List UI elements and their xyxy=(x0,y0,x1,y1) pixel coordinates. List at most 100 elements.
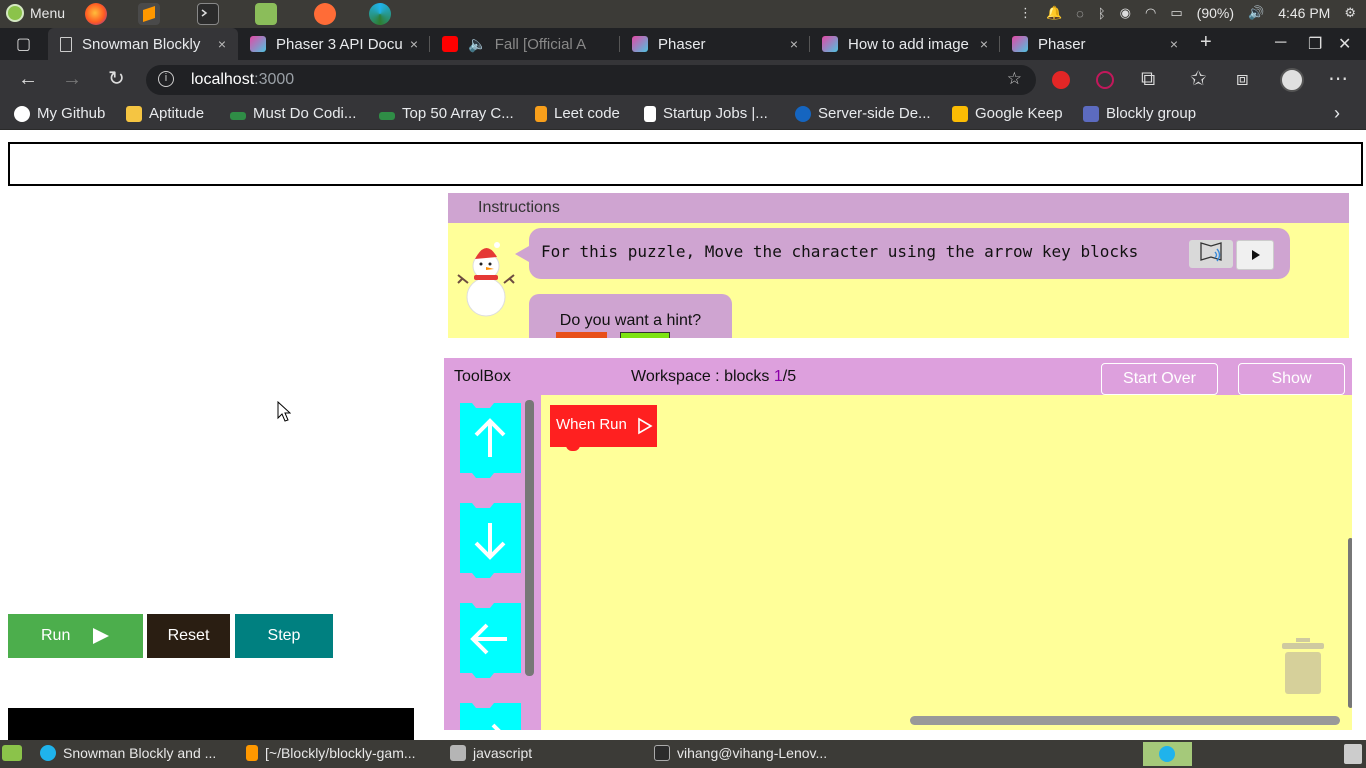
notification-bell-icon[interactable]: 🔔 xyxy=(1046,5,1062,21)
favorites-icon[interactable]: ✩ xyxy=(1190,69,1207,89)
tab-close-icon[interactable]: × xyxy=(786,36,802,52)
hint-no-button[interactable] xyxy=(620,332,670,338)
tab-snowman-blockly[interactable]: Snowman Blockly × xyxy=(48,28,238,60)
extension-play-icon[interactable] xyxy=(1096,71,1114,89)
hint-box: Do you want a hint? xyxy=(529,294,732,338)
edge-icon xyxy=(40,745,56,761)
move-up-block[interactable] xyxy=(460,403,521,479)
restore-icon[interactable]: ❐ xyxy=(1308,34,1322,54)
window-close-icon[interactable]: ✕ xyxy=(1338,34,1351,54)
tab-actions-icon[interactable]: ▢ xyxy=(16,34,31,54)
taskbar-item-sublime[interactable]: [~/Blockly/blockly-gam... xyxy=(246,745,416,761)
wifi-icon[interactable]: ◠ xyxy=(1145,5,1156,21)
show-desktop-icon[interactable] xyxy=(2,745,22,761)
edge-dev-icon[interactable] xyxy=(369,3,391,25)
taskbar-item-snowman-blockly[interactable]: Snowman Blockly and ... xyxy=(40,745,216,761)
tab-phaser-1[interactable]: Phaser × xyxy=(620,28,810,60)
terminal-icon[interactable] xyxy=(197,3,219,25)
url-text[interactable]: localhost:3000 xyxy=(191,71,294,89)
file-manager-icon[interactable] xyxy=(255,3,277,25)
workspace-count: 1 xyxy=(773,368,783,385)
move-left-block[interactable] xyxy=(460,603,521,679)
workspace-switcher[interactable] xyxy=(1143,742,1192,766)
bookmark-server-side[interactable]: Server-side De... xyxy=(795,105,931,122)
bookmark-blockly-group[interactable]: Blockly group xyxy=(1083,105,1196,122)
trash-bin-icon[interactable] xyxy=(1344,744,1362,764)
os-taskbar: Snowman Blockly and ... [~/Blockly/block… xyxy=(0,740,1366,768)
taskbar-label: [~/Blockly/blockly-gam... xyxy=(265,745,416,761)
tab-title: Phaser xyxy=(658,35,706,53)
tab-close-icon[interactable]: × xyxy=(1166,36,1182,52)
minimize-icon[interactable]: ─ xyxy=(1275,34,1286,52)
bookmarks-bar: My Github Aptitude Must Do Codi... Top 5… xyxy=(0,100,1366,130)
tab-close-icon[interactable]: × xyxy=(976,36,992,52)
bookmark-my-github[interactable]: My Github xyxy=(14,105,105,122)
forward-arrow-icon[interactable]: → xyxy=(62,69,82,89)
taskbar-item-javascript[interactable]: javascript xyxy=(450,745,532,761)
sublime-text-icon[interactable] xyxy=(138,3,160,25)
site-info-icon[interactable]: i xyxy=(158,71,174,87)
workspace-horizontal-scrollbar[interactable] xyxy=(910,716,1340,725)
profile-avatar[interactable] xyxy=(1280,68,1304,92)
read-aloud-button[interactable] xyxy=(1189,240,1233,268)
tab-phaser-2[interactable]: Phaser × xyxy=(1000,28,1190,60)
os-menu-button[interactable]: Menu xyxy=(6,4,65,22)
postman-icon[interactable] xyxy=(314,3,336,25)
step-button[interactable]: Step xyxy=(235,614,333,658)
bluetooth-icon[interactable]: ᛒ xyxy=(1098,6,1106,21)
collections-icon[interactable]: ⧈ xyxy=(1236,69,1249,89)
trash-can-icon[interactable] xyxy=(1282,638,1324,694)
lightbulb-icon[interactable]: ◌ xyxy=(1076,6,1084,21)
tab-close-icon[interactable]: × xyxy=(406,36,422,52)
address-bar[interactable]: i localhost:3000 ☆ xyxy=(146,65,1036,95)
reload-icon[interactable]: ↻ xyxy=(108,69,125,89)
bookmark-leet-code[interactable]: Leet code xyxy=(535,105,620,122)
toolbox-scrollbar[interactable] xyxy=(525,400,534,676)
bookmark-label: Leet code xyxy=(554,105,620,122)
show-button[interactable]: Show xyxy=(1238,363,1345,395)
volume-icon[interactable]: 🔊 xyxy=(1248,5,1264,21)
tab-how-to-add-image[interactable]: How to add image × xyxy=(810,28,1000,60)
top-empty-box xyxy=(8,142,1363,186)
phaser-favicon-icon xyxy=(250,36,266,52)
move-down-block[interactable] xyxy=(460,503,521,579)
battery-icon[interactable]: ▭ xyxy=(1170,5,1182,21)
bookmark-startup-jobs[interactable]: Startup Jobs |... xyxy=(644,105,768,122)
hint-yes-button[interactable] xyxy=(556,332,607,338)
tab-phaser-api-docs[interactable]: Phaser 3 API Docu × xyxy=(238,28,430,60)
firefox-icon[interactable] xyxy=(85,3,107,25)
taskbar-item-terminal[interactable]: vihang@vihang-Lenov... xyxy=(654,745,827,761)
extension-red-hand-icon[interactable] xyxy=(1052,71,1070,89)
tab-audio-icon[interactable]: 🔈 xyxy=(468,35,487,53)
clock[interactable]: 4:46 PM xyxy=(1278,5,1330,21)
workspace-prefix: Workspace : blocks xyxy=(631,368,774,385)
bookmark-must-do-coding[interactable]: Must Do Codi... xyxy=(230,105,356,122)
tab-close-icon[interactable]: × xyxy=(214,36,230,52)
bookmark-top-50-array[interactable]: Top 50 Array C... xyxy=(379,105,514,122)
start-over-button[interactable]: Start Over xyxy=(1101,363,1218,395)
when-run-block[interactable]: When Run xyxy=(550,405,657,451)
bookmark-google-keep[interactable]: Google Keep xyxy=(952,105,1063,122)
bookmarks-overflow-chevron-icon[interactable]: › xyxy=(1334,103,1340,124)
add-favorite-star-icon[interactable]: ☆ xyxy=(1007,69,1022,89)
bookmark-label: Aptitude xyxy=(149,105,205,122)
when-run-label: When Run xyxy=(556,416,627,433)
run-button[interactable]: Run xyxy=(8,614,143,658)
page-viewport: Instructions For this puzzle, Move the c… xyxy=(0,131,1366,740)
browser-tab-strip: ▢ Snowman Blockly × Phaser 3 API Docu × … xyxy=(0,28,1366,60)
workspace-vertical-scrollbar[interactable] xyxy=(1348,538,1352,708)
reset-button[interactable]: Reset xyxy=(147,614,230,658)
tab-fall-official[interactable]: 🔈 Fall [Official A xyxy=(430,28,620,60)
more-menu-icon[interactable]: ⋯ xyxy=(1328,69,1348,89)
handle-dots-icon: ⋮ xyxy=(1018,5,1032,20)
back-arrow-icon[interactable]: ← xyxy=(18,69,38,89)
play-audio-button[interactable] xyxy=(1236,240,1274,270)
settings-gear-icon[interactable]: ⚙ xyxy=(1344,5,1356,21)
move-right-block[interactable] xyxy=(460,703,521,730)
extensions-puzzle-icon[interactable]: ⧉ xyxy=(1141,69,1155,89)
bookmark-aptitude[interactable]: Aptitude xyxy=(126,105,204,122)
taskbar-label: vihang@vihang-Lenov... xyxy=(677,745,828,761)
new-tab-plus-icon[interactable]: + xyxy=(1200,31,1212,54)
nvidia-icon[interactable]: ◉ xyxy=(1120,5,1131,21)
instructions-header: Instructions xyxy=(448,193,1349,223)
